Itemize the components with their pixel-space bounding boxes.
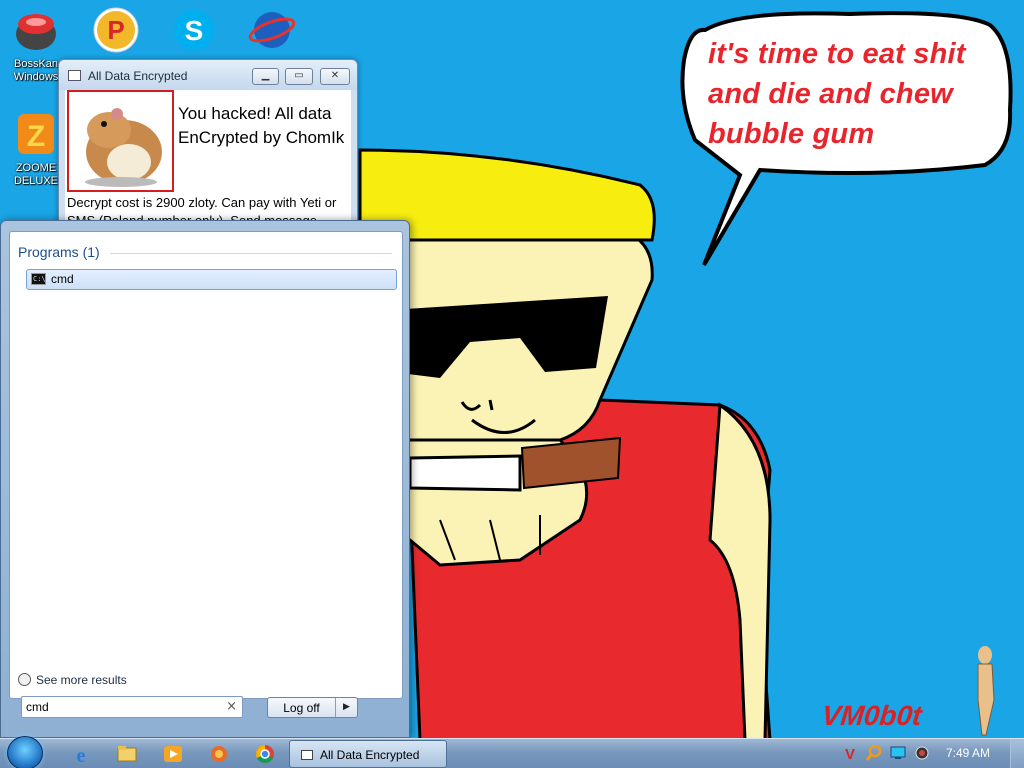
show-desktop-button[interactable] — [1010, 739, 1024, 768]
svg-text:Z: Z — [27, 120, 45, 153]
result-item-label: cmd — [51, 272, 74, 286]
system-clock[interactable]: 7:49 AM — [946, 746, 990, 760]
file-explorer-icon[interactable] — [114, 742, 140, 766]
app-icon[interactable] — [206, 742, 232, 766]
media-player-icon[interactable] — [160, 742, 186, 766]
monitor-icon[interactable] — [890, 745, 906, 761]
globe-browser-icon — [248, 12, 296, 48]
clear-search-icon[interactable]: × — [226, 699, 237, 715]
ransom-heading: You hacked! All data EnCrypted by ChomIk — [178, 104, 345, 147]
zoome-deluxe-icon: Z — [18, 114, 54, 154]
mouth — [408, 454, 522, 492]
programs-group-heading: Programs (1) — [18, 244, 100, 260]
search-input[interactable] — [26, 699, 222, 715]
desktop-icon-globe[interactable] — [236, 6, 308, 58]
window-title: All Data Encrypted — [88, 69, 188, 83]
window-client-area: You hacked! All data EnCrypted by ChomIk… — [65, 90, 351, 238]
chrome-icon[interactable] — [252, 742, 278, 766]
p-app-icon: P — [93, 7, 139, 53]
start-search-box[interactable]: × — [21, 696, 243, 718]
taskbar: e All Data Encrypted V 7:49 AM — [0, 736, 1024, 768]
see-more-label: See more results — [36, 673, 127, 687]
v-icon[interactable]: V — [842, 745, 858, 761]
svg-text:S: S — [185, 15, 204, 46]
search-tray-icon[interactable] — [866, 745, 882, 761]
window-app-icon — [68, 70, 81, 81]
search-icon — [18, 673, 31, 686]
start-menu[interactable]: Programs (1) C:\ cmd See more results × … — [0, 220, 410, 738]
search-results-pane: Programs (1) C:\ cmd See more results — [9, 231, 403, 699]
log-off-button[interactable]: Log off ▶ — [267, 697, 358, 718]
skype-icon: S — [174, 10, 214, 50]
log-off-label: Log off — [283, 701, 320, 715]
speech-bubble-text: it's time to eat shit and die and chew b… — [708, 38, 966, 150]
close-button[interactable]: ✕ — [320, 68, 350, 85]
window-titlebar[interactable]: All Data Encrypted ▁ ▭ ✕ — [59, 60, 357, 90]
bosskan-app-icon — [16, 14, 56, 50]
svg-text:P: P — [107, 15, 124, 45]
artist-signature: VM0b0t — [820, 700, 924, 731]
svg-text:V: V — [845, 746, 855, 761]
taskbar-button-label: All Data Encrypted — [320, 748, 420, 762]
speaker-icon[interactable] — [914, 745, 930, 761]
cmd-icon: C:\ — [31, 273, 46, 285]
maximize-button[interactable]: ▭ — [285, 68, 313, 85]
start-button[interactable] — [7, 736, 43, 768]
shutdown-options-arrow-icon[interactable]: ▶ — [335, 698, 357, 717]
taskbar-button-all-data-encrypted[interactable]: All Data Encrypted — [289, 740, 447, 768]
minimize-button[interactable]: ▁ — [252, 68, 279, 85]
desktop-icon-skype[interactable]: S — [158, 6, 230, 58]
window-app-icon — [301, 750, 313, 760]
internet-explorer-icon[interactable]: e — [68, 742, 94, 766]
svg-text:e: e — [77, 745, 86, 766]
desktop-icon-p[interactable]: P — [80, 6, 152, 58]
ransom-window[interactable]: All Data Encrypted ▁ ▭ ✕ You hacked! All… — [58, 59, 358, 239]
figure-decoration — [977, 646, 995, 736]
group-divider — [110, 253, 392, 254]
result-item-cmd[interactable]: C:\ cmd — [26, 269, 397, 290]
hamster-image — [67, 90, 174, 192]
hamster-icon — [85, 108, 162, 187]
